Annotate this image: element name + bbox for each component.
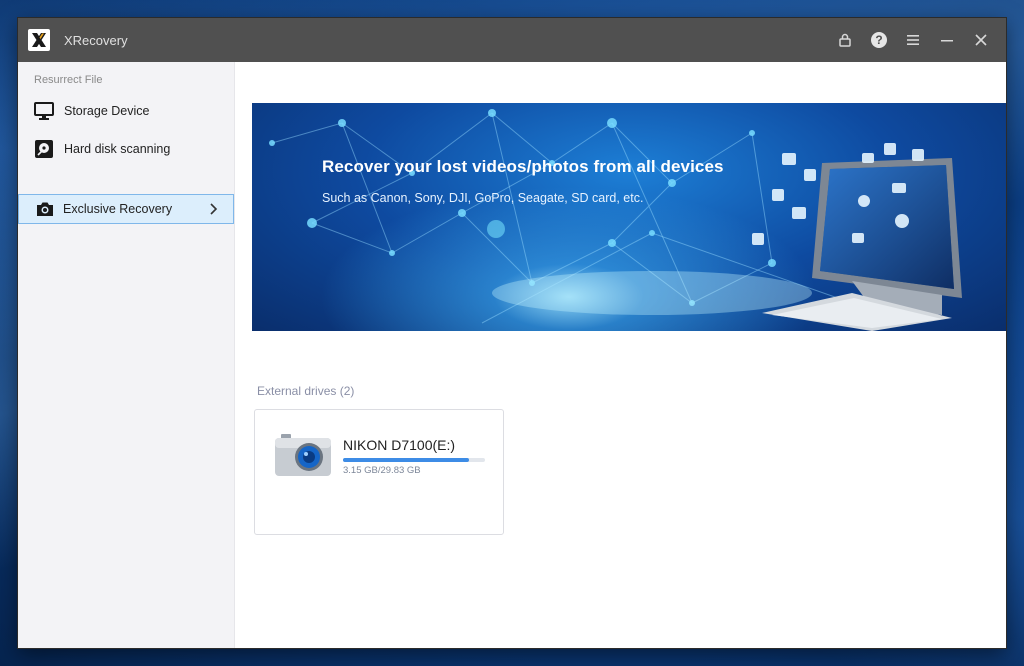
drive-name: NIKON D7100(E:) bbox=[343, 437, 456, 453]
svg-text:?: ? bbox=[875, 33, 882, 47]
monitor-icon bbox=[34, 101, 54, 121]
help-icon: ? bbox=[871, 32, 887, 48]
minimize-button[interactable] bbox=[930, 18, 964, 62]
lock-button[interactable] bbox=[828, 18, 862, 62]
external-drives-label: External drives (2) bbox=[257, 384, 355, 398]
help-button[interactable]: ? bbox=[862, 18, 896, 62]
network-graphic bbox=[269, 109, 962, 331]
app-logo-icon bbox=[28, 29, 50, 51]
title-bar-actions: ? bbox=[828, 18, 998, 62]
sidebar-item-hard-disk-scanning[interactable]: Hard disk scanning bbox=[18, 134, 234, 164]
close-icon bbox=[975, 34, 987, 46]
banner-title: Recover your lost videos/photos from all… bbox=[322, 157, 724, 176]
close-button[interactable] bbox=[964, 18, 998, 62]
camera-icon bbox=[35, 199, 55, 219]
sidebar-item-storage-device[interactable]: Storage Device bbox=[18, 96, 234, 126]
drive-usage-fill bbox=[343, 458, 470, 462]
title-bar: XRecovery ? bbox=[18, 18, 1006, 62]
camera-drive-icon bbox=[273, 432, 333, 478]
monitor-illustration bbox=[762, 158, 962, 331]
main-panel: Recover your lost videos/photos from all… bbox=[235, 62, 1006, 648]
menu-button[interactable] bbox=[896, 18, 930, 62]
minimize-icon bbox=[941, 40, 953, 42]
drive-card[interactable]: NIKON D7100(E:) 3.15 GB/29.83 GB bbox=[254, 409, 504, 535]
banner-subtitle: Such as Canon, Sony, DJI, GoPro, Seagate… bbox=[322, 191, 644, 205]
app-title: XRecovery bbox=[64, 32, 128, 48]
sidebar-heading: Resurrect File bbox=[34, 74, 103, 86]
sidebar-item-exclusive-recovery[interactable]: Exclusive Recovery bbox=[18, 194, 234, 224]
sidebar-item-label: Hard disk scanning bbox=[64, 142, 171, 156]
sidebar: Resurrect File Storage Device Hard disk … bbox=[18, 62, 235, 648]
promo-banner: Recover your lost videos/photos from all… bbox=[252, 103, 1006, 331]
sidebar-item-label: Exclusive Recovery bbox=[63, 202, 173, 216]
hard-disk-icon bbox=[34, 139, 54, 159]
lock-icon bbox=[839, 33, 851, 47]
drive-size: 3.15 GB/29.83 GB bbox=[343, 465, 421, 476]
menu-icon bbox=[907, 35, 919, 45]
drive-usage-bar bbox=[343, 458, 485, 462]
sidebar-item-label: Storage Device bbox=[64, 104, 150, 118]
chevron-right-icon bbox=[209, 201, 219, 222]
app-window: XRecovery ? Resurrect File Storage Devic… bbox=[18, 18, 1006, 648]
